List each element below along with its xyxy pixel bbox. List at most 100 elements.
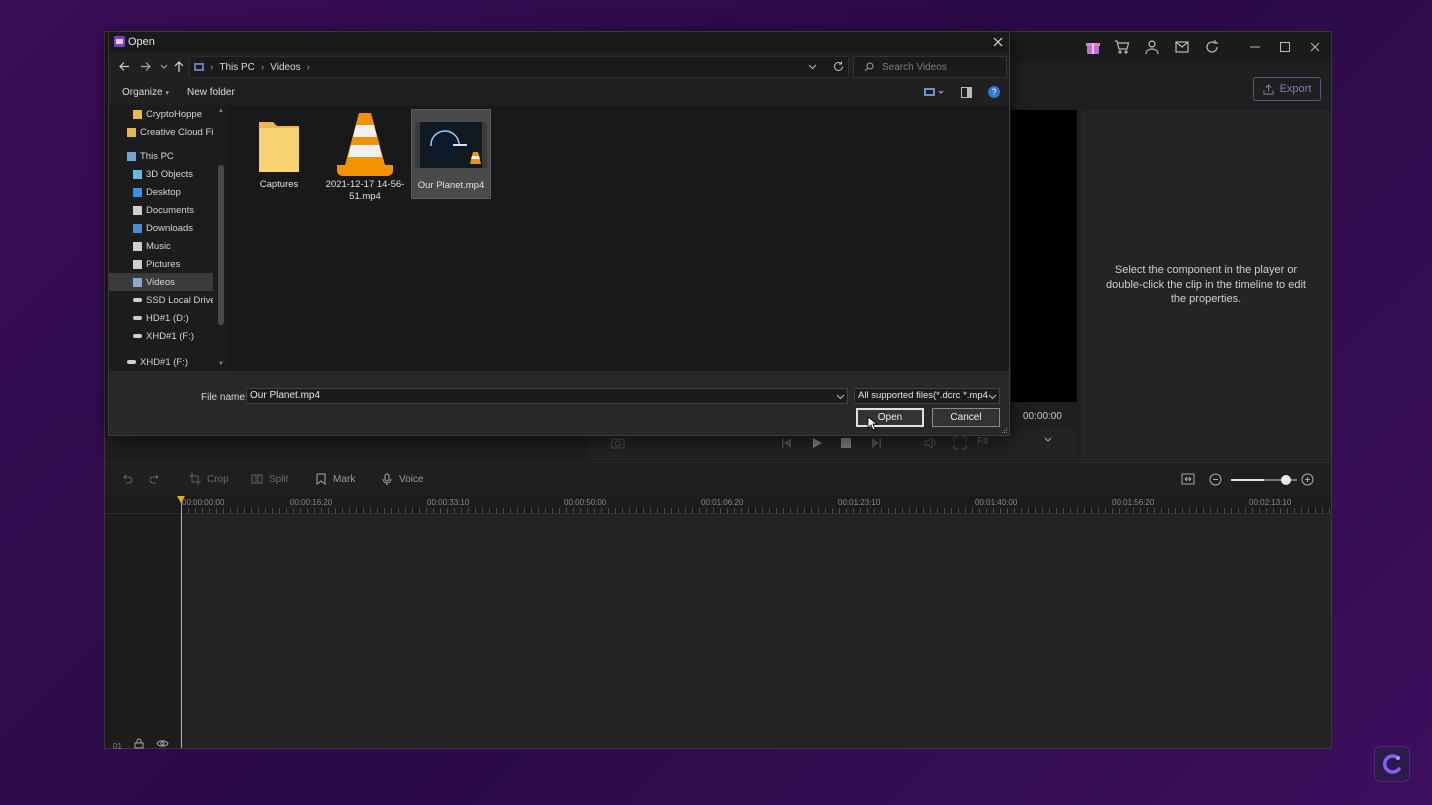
microphone-icon [381,473,393,485]
resize-grip-icon[interactable] [1001,427,1008,434]
track-number: 01 [113,742,122,751]
export-button[interactable]: Export [1253,77,1321,101]
nav-item-desktop[interactable]: Desktop [109,183,213,201]
timeline-track-area[interactable] [181,514,1331,748]
nav-item-documents[interactable]: Documents [109,201,213,219]
breadcrumb-this-pc[interactable]: This PC [219,62,255,73]
dialog-close-icon[interactable] [993,37,1003,47]
playhead[interactable] [181,496,182,748]
preview-pane-icon[interactable] [961,87,972,98]
file-item-our-planet[interactable]: Our Planet.mp4 [411,109,491,199]
ruler-label: 00:00:50:00 [564,498,607,507]
nav-item-xhd-1-f[interactable]: XHD#1 (F:) [109,353,213,371]
forward-arrow-icon[interactable] [140,61,151,72]
desktop-icon [133,187,142,197]
up-arrow-icon[interactable] [174,61,184,72]
cart-icon[interactable] [1114,39,1130,55]
nav-item-label: XHD#1 (F:) [140,356,189,368]
help-icon[interactable]: ? [988,86,1000,98]
drive-icon [133,298,142,302]
file-item-captures[interactable]: Captures [239,109,319,199]
nav-item-hd-1-d[interactable]: HD#1 (D:) [109,309,213,327]
previous-frame-icon[interactable] [781,437,793,449]
recent-locations-chevron-icon[interactable] [160,63,168,71]
export-label: Export [1279,83,1312,95]
video-library-icon [194,62,204,72]
nav-scroll-thumb[interactable] [218,165,224,325]
back-arrow-icon[interactable] [119,61,130,72]
nav-item-label: Videos [146,276,175,288]
organize-menu[interactable]: Organize ▾ [122,87,169,98]
fit-label: Fit [977,436,989,447]
redo-button[interactable] [149,473,161,485]
zoom-out-button[interactable] [1209,473,1222,486]
crop-button[interactable]: Crop [189,473,229,485]
visibility-eye-icon[interactable] [156,738,169,749]
voice-button[interactable]: Voice [381,473,423,485]
file-type-select[interactable]: All supported files(*.dcrc *.mp4 [854,388,1000,404]
preview-canvas[interactable] [1011,110,1077,402]
undo-button[interactable] [121,473,133,485]
zoom-in-button[interactable] [1301,473,1314,486]
next-frame-icon[interactable] [870,437,882,449]
close-window-icon[interactable] [1307,39,1323,55]
nav-item-videos[interactable]: Videos [109,273,213,291]
file-name-history-chevron-icon[interactable] [836,392,845,401]
track-header: 01 [105,514,181,751]
zoom-in-icon [1301,473,1314,486]
cancel-button[interactable]: Cancel [932,408,1000,427]
play-icon[interactable] [811,437,823,449]
new-folder-button[interactable]: New folder [187,87,235,98]
timeline-ruler[interactable]: 00:00:00:00 00:00:16:20 00:00:33:10 00:00:5… [105,496,1331,514]
address-history-chevron-icon[interactable] [808,62,817,71]
sync-icon[interactable] [1204,39,1220,55]
gift-icon[interactable] [1085,39,1101,55]
nav-item-pictures[interactable]: Pictures [109,255,213,273]
file-name: Our Planet.mp4 [417,180,485,191]
nav-item-3d-objects[interactable]: 3D Objects [109,165,213,183]
file-type-value: All supported files(*.dcrc *.mp4 [858,390,988,401]
nav-item-ssd-local-drive[interactable]: SSD Local Drive [109,291,213,309]
svg-text:?: ? [991,87,996,97]
minimize-icon[interactable] [1247,39,1263,55]
app-icon [114,36,125,47]
file-name-input[interactable]: Our Planet.mp4 [246,388,848,404]
file-item-recording[interactable]: 2021-12-17 14-56-51.mp4 [325,109,405,202]
video-icon [133,277,142,287]
address-bar[interactable]: › This PC › Videos › [189,56,849,78]
nav-item-label: This PC [140,150,174,162]
snapshot-icon[interactable] [611,436,625,450]
fit-dropdown[interactable]: Fit [977,436,1063,454]
refresh-icon[interactable] [833,61,844,72]
nav-item-creative-cloud-file[interactable]: Creative Cloud File [109,123,213,141]
stop-icon[interactable] [840,437,852,449]
split-button[interactable]: Split [251,473,288,485]
nav-item-downloads[interactable]: Downloads [109,219,213,237]
ruler-label: 00:01:40:00 [975,498,1018,507]
mail-icon[interactable] [1174,39,1190,55]
nav-item-music[interactable]: Music [109,237,213,255]
nav-item-label: SSD Local Drive [146,294,213,306]
nav-item-this-pc[interactable]: This PC [109,147,213,165]
account-icon[interactable] [1144,39,1160,55]
scroll-down-icon[interactable]: ▼ [218,361,224,367]
maximize-icon[interactable] [1277,39,1293,55]
nav-item-label: Pictures [146,258,181,270]
breadcrumb-videos[interactable]: Videos [270,62,300,73]
nav-scrollbar[interactable]: ▲ ▼ [215,105,227,371]
zoom-out-icon [1209,473,1222,486]
chevron-down-icon [1043,435,1053,445]
zoom-slider-knob[interactable] [1281,475,1291,485]
search-input[interactable]: Search Videos [853,56,1007,78]
playhead-handle[interactable] [177,496,185,503]
fullscreen-icon[interactable] [953,436,967,450]
zoom-slider[interactable] [1231,475,1297,485]
lock-icon[interactable] [134,738,144,749]
nav-item-cryptohoppe[interactable]: CryptoHoppe [109,105,213,123]
nav-item-xhd-1-f[interactable]: XHD#1 (F:) [109,327,213,345]
volume-icon[interactable] [923,436,937,450]
scroll-up-icon[interactable]: ▲ [218,108,224,114]
mark-button[interactable]: Mark [315,473,355,485]
fit-timeline-button[interactable] [1181,473,1195,485]
view-options-icon[interactable] [924,87,944,98]
